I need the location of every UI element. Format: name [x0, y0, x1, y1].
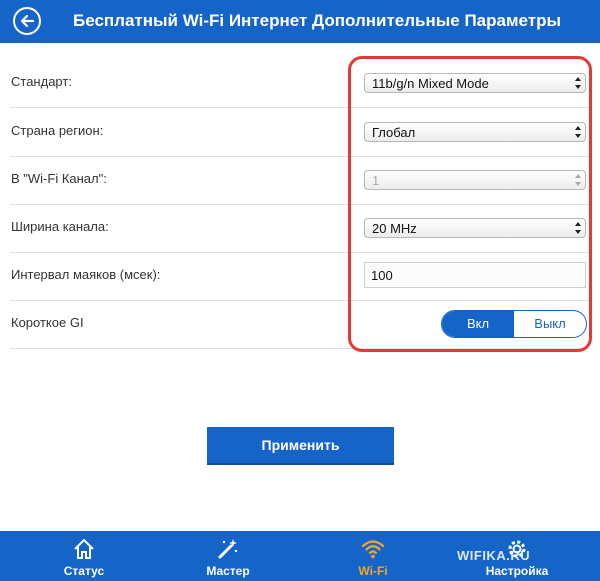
apply-button[interactable]: Применить [207, 427, 394, 463]
magic-wand-icon [218, 539, 238, 559]
select-arrows-icon [575, 174, 581, 186]
back-arrow-icon [13, 7, 41, 35]
short-gi-label: Короткое GI [11, 315, 84, 330]
watermark: WIFIKA.RU [457, 548, 531, 563]
short-gi-toggle: Вкл Выкл [441, 310, 587, 338]
nav-item-status[interactable]: Статус [34, 531, 134, 581]
standard-value: 11b/g/n Mixed Mode [372, 76, 489, 91]
top-bar: Бесплатный Wi-Fi Интернет Дополнительные… [0, 0, 600, 43]
nav-label-wizard: Мастер [206, 564, 250, 578]
region-select[interactable]: Глобал [364, 122, 586, 142]
bottom-nav: Статус Мастер Wi-Fi Настройка WIFIKA.RU [0, 531, 600, 581]
region-row: Страна регион: Глобал [10, 108, 590, 157]
nav-item-wizard[interactable]: Мастер [178, 531, 278, 581]
standard-row: Стандарт: 11b/g/n Mixed Mode [10, 59, 590, 108]
channel-row: В "Wi-Fi Канал": 1 [10, 156, 590, 205]
region-label: Страна регион: [11, 123, 104, 138]
short-gi-off-button[interactable]: Выкл [514, 311, 586, 337]
nav-label-wifi: Wi-Fi [358, 564, 388, 578]
nav-label-settings: Настройка [485, 564, 549, 578]
home-icon [74, 538, 94, 559]
beacon-label: Интервал маяков (мсек): [11, 267, 161, 282]
channel-value: 1 [372, 173, 380, 188]
select-arrows-icon [575, 77, 581, 89]
channel-select[interactable]: 1 [364, 170, 586, 190]
bandwidth-value: 20 MHz [372, 221, 417, 236]
short-gi-on-button[interactable]: Вкл [442, 311, 514, 337]
back-button[interactable] [12, 6, 42, 36]
beacon-value: 100 [371, 268, 393, 283]
nav-item-wifi[interactable]: Wi-Fi [323, 531, 423, 581]
region-value: Глобал [372, 125, 416, 140]
beacon-interval-input[interactable]: 100 [364, 262, 586, 288]
select-arrows-icon [575, 126, 581, 138]
bandwidth-row: Ширина канала: 20 MHz [10, 204, 590, 253]
wifi-icon [361, 540, 385, 559]
settings-panel: Стандарт: 11b/g/n Mixed Mode Страна реги… [0, 43, 600, 531]
beacon-row: Интервал маяков (мсек): 100 [10, 252, 590, 301]
page-title: Бесплатный Wi-Fi Интернет Дополнительные… [73, 11, 562, 30]
short-gi-row: Короткое GI Вкл Выкл [10, 300, 590, 349]
nav-label-status: Статус [63, 564, 105, 578]
bandwidth-label: Ширина канала: [11, 219, 109, 234]
select-arrows-icon [575, 222, 581, 234]
standard-select[interactable]: 11b/g/n Mixed Mode [364, 73, 586, 93]
standard-label: Стандарт: [11, 74, 72, 89]
channel-label: В "Wi-Fi Канал": [11, 171, 107, 186]
bandwidth-select[interactable]: 20 MHz [364, 218, 586, 238]
